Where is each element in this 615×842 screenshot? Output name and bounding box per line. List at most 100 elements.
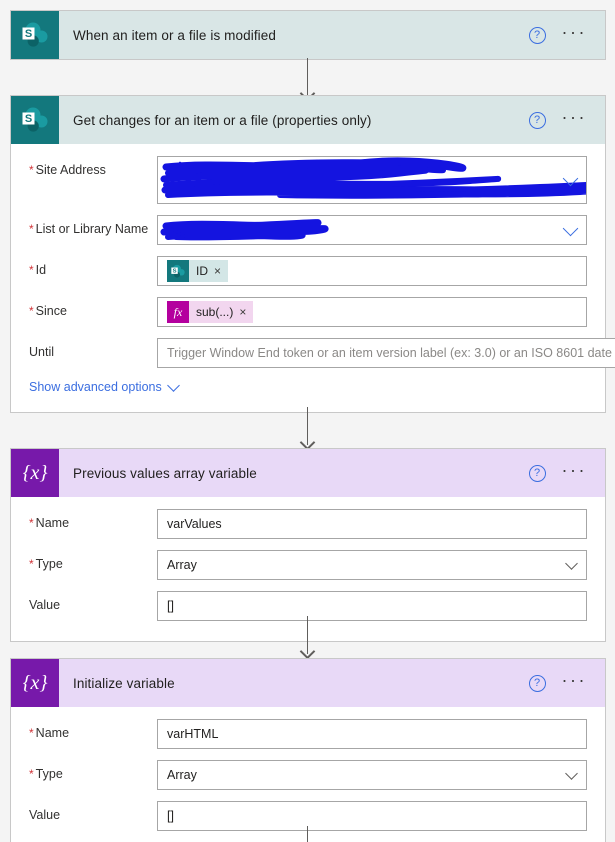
variable-type-dropdown[interactable]: Array <box>157 550 587 580</box>
variable-type-dropdown[interactable]: Array <box>157 760 587 790</box>
connector-arrow-4 <box>0 826 615 842</box>
svg-text:S: S <box>25 113 32 125</box>
variable-icon: {x} <box>11 449 59 497</box>
field-row-list-or-library: * List or Library Name <box>29 215 587 245</box>
required-asterisk: * <box>29 767 34 781</box>
redaction-scribble <box>160 157 586 199</box>
card-header[interactable]: {x} Previous values array variable ? ··· <box>11 449 605 497</box>
required-asterisk: * <box>29 163 34 177</box>
card-title: Previous values array variable <box>73 465 257 481</box>
variable-value-text: [] <box>167 809 174 823</box>
token-label: ID <box>196 264 208 278</box>
since-input[interactable]: fx sub(...) × <box>157 297 587 327</box>
card-title: Initialize variable <box>73 675 175 691</box>
field-label: * Site Address <box>29 163 106 177</box>
field-label: * Name <box>29 726 70 740</box>
card-title: Get changes for an item or a file (prope… <box>73 112 372 128</box>
variable-name-value: varValues <box>167 517 222 531</box>
card-header[interactable]: {x} Initialize variable ? ··· <box>11 659 605 707</box>
help-icon[interactable]: ? <box>528 464 546 482</box>
variable-value-text: [] <box>167 599 174 613</box>
chevron-down-icon <box>166 378 180 392</box>
required-asterisk: * <box>29 557 34 571</box>
variable-name-value: varHTML <box>167 727 219 741</box>
show-advanced-options-label: Show advanced options <box>29 380 162 394</box>
field-row-until: Until Trigger Window End token or an ite… <box>29 338 615 368</box>
variable-name-input[interactable]: varValues <box>157 509 587 539</box>
connector-arrow-3 <box>0 616 615 660</box>
expression-token[interactable]: fx sub(...) × <box>167 301 254 323</box>
field-row-name: * Name varHTML <box>29 719 587 749</box>
card-header[interactable]: S Get changes for an item or a file (pro… <box>11 96 605 144</box>
field-label: Value <box>29 598 61 612</box>
field-row-since: * Since fx sub(...) × <box>29 297 587 327</box>
card-header-actions: ? ··· <box>528 671 605 692</box>
help-icon[interactable]: ? <box>528 674 546 692</box>
card-title: When an item or a file is modified <box>73 27 276 43</box>
sharepoint-icon: S <box>167 260 189 282</box>
required-asterisk: * <box>29 516 34 530</box>
id-input[interactable]: S ID × <box>157 256 587 286</box>
field-label: * Type <box>29 557 63 571</box>
flow-step-card-initialize-variable[interactable]: {x} Initialize variable ? ··· * Name varH… <box>10 658 606 842</box>
variable-type-value: Array <box>167 768 197 782</box>
chevron-down-icon[interactable] <box>562 170 579 187</box>
more-options-icon[interactable]: ··· <box>562 23 587 42</box>
field-row-type: * Type Array <box>29 760 587 790</box>
until-placeholder: Trigger Window End token or an item vers… <box>167 346 612 360</box>
chevron-down-icon[interactable] <box>565 557 578 570</box>
field-row-site-address: * Site Address <box>29 156 587 204</box>
required-asterisk: * <box>29 263 34 277</box>
flow-step-card-trigger[interactable]: S When an item or a file is modified ? ·… <box>10 10 606 60</box>
flow-designer-canvas: S When an item or a file is modified ? ·… <box>0 0 615 842</box>
field-row-type: * Type Array <box>29 550 587 580</box>
field-label: * Since <box>29 304 67 318</box>
chevron-down-icon[interactable] <box>565 767 578 780</box>
required-asterisk: * <box>29 304 34 318</box>
connector-arrow-2 <box>0 407 615 451</box>
more-options-icon[interactable]: ··· <box>562 671 587 690</box>
until-input[interactable]: Trigger Window End token or an item vers… <box>157 338 615 368</box>
chevron-down-icon[interactable] <box>562 220 579 237</box>
more-options-icon[interactable]: ··· <box>562 461 587 480</box>
more-options-icon[interactable]: ··· <box>562 108 587 127</box>
remove-token-icon[interactable]: × <box>214 264 221 278</box>
required-asterisk: * <box>29 726 34 740</box>
field-label: * Name <box>29 516 70 530</box>
remove-token-icon[interactable]: × <box>239 305 246 319</box>
help-icon[interactable]: ? <box>528 26 546 44</box>
token-label: sub(...) <box>196 305 234 319</box>
card-body: * Site Address * List or Library Name * … <box>11 144 615 412</box>
site-address-combobox[interactable] <box>157 156 587 204</box>
variable-glyph: {x} <box>22 672 48 694</box>
help-icon[interactable]: ? <box>528 111 546 129</box>
sharepoint-icon: S <box>11 96 59 144</box>
dynamic-content-token[interactable]: S ID × <box>167 260 229 282</box>
variable-icon: {x} <box>11 659 59 707</box>
card-header[interactable]: S When an item or a file is modified ? ·… <box>11 11 605 59</box>
field-row-id: * Id S ID × <box>29 256 587 286</box>
card-header-actions: ? ··· <box>528 108 605 129</box>
fx-icon: fx <box>167 301 189 323</box>
field-label: Until <box>29 345 55 359</box>
connector-arrow-1 <box>0 58 615 102</box>
required-asterisk: * <box>29 222 34 236</box>
svg-text:S: S <box>25 28 32 40</box>
flow-step-card-get-changes[interactable]: S Get changes for an item or a file (pro… <box>10 95 615 413</box>
variable-type-value: Array <box>167 558 197 572</box>
card-header-actions: ? ··· <box>528 23 605 44</box>
card-body: * Name varHTML * Type Array Value [] <box>11 707 605 842</box>
svg-text:S: S <box>173 268 177 274</box>
token-body: ID × <box>189 260 229 282</box>
show-advanced-options-link[interactable]: Show advanced options <box>29 376 587 396</box>
card-header-actions: ? ··· <box>528 461 605 482</box>
variable-glyph: {x} <box>22 462 48 484</box>
field-label: Value <box>29 808 61 822</box>
flow-step-card-previous-values[interactable]: {x} Previous values array variable ? ···… <box>10 448 606 642</box>
field-label: * Type <box>29 767 63 781</box>
field-row-name: * Name varValues <box>29 509 587 539</box>
field-label: * List or Library Name <box>29 222 149 236</box>
redaction-scribble <box>160 219 329 241</box>
list-or-library-combobox[interactable] <box>157 215 587 245</box>
variable-name-input[interactable]: varHTML <box>157 719 587 749</box>
